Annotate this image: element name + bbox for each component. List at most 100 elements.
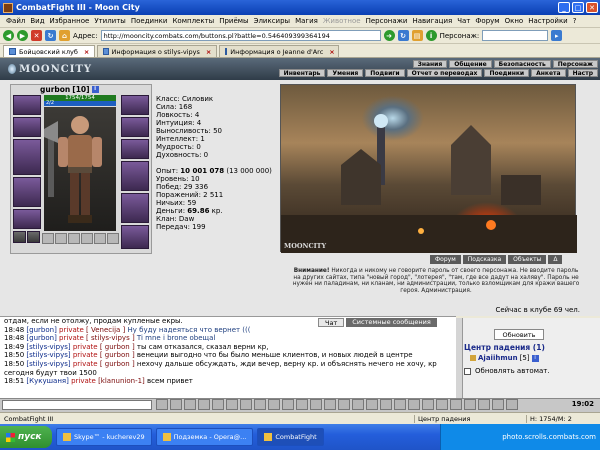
quick-slot-1[interactable] [42,233,54,244]
chat-log[interactable]: отдам, если не отолжу, продам купленые е… [0,316,456,398]
menu-window[interactable]: Окно [505,17,524,25]
clear-icon[interactable] [170,399,182,410]
task-combatfight[interactable]: CombatFight [257,428,324,446]
tab-fight-club[interactable]: Бойцовский клуб × [3,45,96,57]
forum-button[interactable]: Форум [430,255,461,264]
character-avatar[interactable] [44,107,116,231]
earth-icon[interactable] [492,399,504,410]
magic-icon[interactable] [240,399,252,410]
belt-slot[interactable] [13,209,41,229]
back-icon[interactable]: ◀ [3,30,14,41]
tab-info-stilys[interactable]: Информация о stilys-vipys × [97,45,218,57]
gem-icon[interactable] [422,399,434,410]
menu-favorites[interactable]: Избранное [50,17,90,25]
menu-magic[interactable]: Магия [295,17,318,25]
person-go-icon[interactable]: ▸ [551,30,563,41]
defend-icon[interactable] [212,399,224,410]
quick-slot-5[interactable] [94,233,106,244]
menu-forum[interactable]: Форум [475,17,499,25]
air-icon[interactable] [506,399,518,410]
water-icon[interactable] [478,399,490,410]
boots-slot[interactable] [121,225,149,249]
weapon-slot[interactable] [13,139,41,175]
nav-settings[interactable]: Настр [567,69,598,77]
nav-knowledge[interactable]: Знания [412,60,448,68]
menu-settings[interactable]: Настройки [528,17,568,25]
smile-icon[interactable] [324,399,336,410]
gloves-slot[interactable] [121,139,149,159]
nav-social[interactable]: Общение [449,60,492,68]
close-tab-icon[interactable]: × [329,48,334,56]
reload-icon[interactable]: ↻ [45,30,56,41]
shield-slot[interactable] [121,161,149,191]
quick-slot-2[interactable] [55,233,67,244]
nav-profile[interactable]: Анкета [531,69,566,77]
menu-file[interactable]: Файл [6,17,25,25]
menu-battles[interactable]: Поединки [131,17,168,25]
info-icon[interactable]: i [91,85,99,93]
location-scene[interactable] [280,84,577,253]
menu-characters[interactable]: Персонажи [366,17,408,25]
close-tab-icon[interactable]: × [84,48,89,56]
room-user[interactable]: Ajaiihmun [5] i [470,353,598,363]
auto-refresh-checkbox[interactable] [464,367,471,375]
task-skype[interactable]: Skype™ - kucherev29 [56,428,152,446]
forward-icon[interactable]: ▶ [17,30,28,41]
fire-icon[interactable] [464,399,476,410]
quick-slot-4[interactable] [81,233,93,244]
map-button[interactable]: Δ [548,255,563,264]
chat-message-input[interactable] [2,400,152,410]
hint-button[interactable]: Подсказка [462,255,507,264]
private-icon[interactable] [184,399,196,410]
stop-icon[interactable]: ✕ [31,30,42,41]
walk-icon[interactable] [296,399,308,410]
nav-character[interactable]: Персонаж [552,60,598,68]
auto-refresh-option[interactable]: Обновлять автомат. [464,366,598,376]
go-icon[interactable]: ➜ [383,30,395,41]
quick-slot-6[interactable] [107,233,119,244]
minimize-button[interactable]: _ [558,2,570,13]
menu-chat[interactable]: Чат [457,17,470,25]
menu-techniques[interactable]: Приёмы [219,17,248,25]
close-button[interactable]: ✕ [586,2,598,13]
character-name[interactable]: gurbon [10] i [40,84,152,94]
settings-icon[interactable] [352,399,364,410]
start-button[interactable]: пуск [0,426,52,448]
menu-utilities[interactable]: Утилиты [94,17,126,25]
ring-slot-1[interactable] [13,231,26,243]
person-input[interactable] [482,30,549,41]
send-icon[interactable] [156,399,168,410]
nav-feats[interactable]: Подвиги [365,69,405,77]
exit-icon[interactable] [366,399,378,410]
tab-info-jeanne[interactable]: Информация о Jeanne d'Arc × [219,45,340,57]
menu-sets[interactable]: Комплекты [172,17,214,25]
bottle-icon[interactable] [408,399,420,410]
run-icon[interactable] [282,399,294,410]
nav-battles[interactable]: Поединки [484,69,530,77]
user-nick[interactable]: Ajaiihmun [478,354,518,362]
maximize-button[interactable]: □ [572,2,584,13]
menu-help[interactable]: ? [573,17,577,25]
objects-button[interactable]: Объекты [508,255,547,264]
skull-icon[interactable] [436,399,448,410]
amulet-slot[interactable] [121,117,149,137]
nav-skills[interactable]: Умения [327,69,364,77]
info-icon[interactable]: i [531,354,539,362]
refresh-button[interactable]: Обновить [494,329,544,340]
address-input[interactable] [100,30,381,41]
lightning-icon[interactable] [450,399,462,410]
earrings-slot[interactable] [121,95,149,115]
nav-transfer-report[interactable]: Отчет о переводах [406,69,483,77]
refresh-page-icon[interactable]: ↻ [397,30,409,41]
tab-system-messages[interactable]: Системные сообщения [346,318,437,327]
trade-icon[interactable] [310,399,322,410]
tab-chat[interactable]: Чат [318,318,345,327]
nav-security[interactable]: Безопасность [493,60,551,68]
elixir-icon[interactable] [380,399,392,410]
fight-icon[interactable] [226,399,238,410]
filter-icon[interactable] [338,399,350,410]
nav-inventory[interactable]: Инвентарь [278,69,326,77]
character-nick[interactable]: gurbon [40,85,70,94]
bracer-slot[interactable] [13,117,41,137]
print-icon[interactable]: ▤ [411,30,423,41]
